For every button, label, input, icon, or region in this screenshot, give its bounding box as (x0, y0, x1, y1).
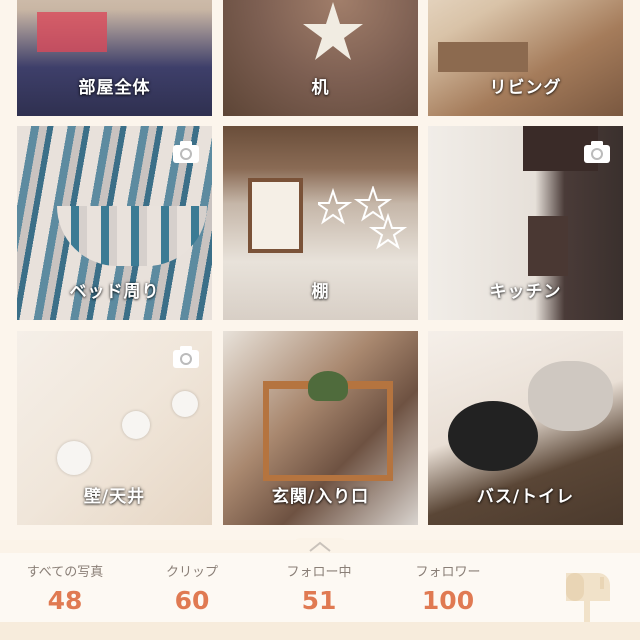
category-tile-bed[interactable]: ベッド周り (17, 126, 212, 320)
stat-following[interactable]: フォロー中 51 (259, 561, 379, 615)
star-lights-detail (313, 184, 408, 256)
stat-value: 48 (47, 586, 83, 615)
category-label: 棚 (311, 282, 330, 302)
camera-icon[interactable] (172, 345, 200, 369)
stat-followers[interactable]: フォロワー 100 (388, 561, 508, 615)
category-label: 玄関/入り口 (271, 487, 370, 507)
category-label: 机 (311, 78, 330, 98)
category-tile-living[interactable]: リビング (428, 0, 623, 116)
category-label: キッチン (489, 282, 562, 302)
curtain-tieback-detail (57, 206, 207, 266)
framed-print-detail (248, 178, 303, 253)
plant-detail (308, 371, 348, 401)
category-tile-kitchen[interactable]: キッチン (428, 126, 623, 320)
stat-value: 100 (421, 586, 475, 615)
starfish-photo-detail (293, 2, 373, 62)
pendant-light-detail (172, 391, 198, 417)
stat-all-photos[interactable]: すべての写真 48 (5, 561, 125, 615)
stat-value: 51 (301, 586, 337, 615)
rug-detail (448, 401, 538, 471)
bottom-strip (0, 622, 640, 640)
category-tile-desk[interactable]: 机 (223, 0, 418, 116)
stat-label: クリップ (165, 565, 218, 580)
photo-category-grid: 部屋全体 机 リビング ベッド周り 棚 キッチン 壁/天井 玄関/入り口 バス/… (0, 0, 640, 540)
category-label: バス/トイレ (476, 487, 575, 507)
stat-value: 60 (174, 586, 210, 615)
category-label: 部屋全体 (78, 78, 151, 98)
category-label: 壁/天井 (83, 487, 146, 507)
category-label: リビング (489, 78, 562, 98)
stat-label: フォロワー (415, 565, 481, 580)
category-tile-shelf[interactable]: 棚 (223, 126, 418, 320)
mailbox-icon[interactable] (560, 563, 612, 627)
stat-label: フォロー中 (286, 565, 352, 580)
category-tile-entrance[interactable]: 玄関/入り口 (223, 331, 418, 525)
camera-icon[interactable] (172, 140, 200, 164)
camera-icon[interactable] (583, 140, 611, 164)
category-tile-wall[interactable]: 壁/天井 (17, 331, 212, 525)
pendant-light-detail (57, 441, 91, 475)
kitchen-counter-detail (528, 216, 568, 276)
category-tile-room[interactable]: 部屋全体 (17, 0, 212, 116)
pendant-light-detail (122, 411, 150, 439)
stat-label: すべての写真 (26, 565, 104, 580)
category-tile-bath[interactable]: バス/トイレ (428, 331, 623, 525)
category-label: ベッド周り (69, 282, 160, 302)
tile-photo-detail (37, 12, 107, 52)
table-photo-detail (438, 42, 528, 72)
toilet-cover-detail (528, 361, 613, 431)
stat-clips[interactable]: クリップ 60 (132, 561, 252, 615)
